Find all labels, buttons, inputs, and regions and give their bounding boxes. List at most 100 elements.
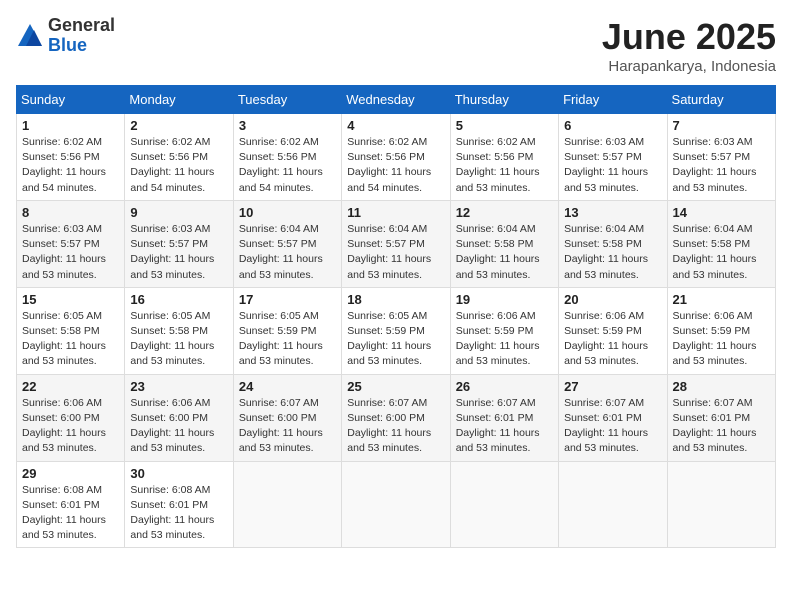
table-row: 5 Sunrise: 6:02 AM Sunset: 5:56 PM Dayli… (450, 114, 558, 201)
table-row: 19 Sunrise: 6:06 AM Sunset: 5:59 PM Dayl… (450, 287, 558, 374)
title-block: June 2025 Harapankarya, Indonesia (602, 16, 776, 75)
table-row (450, 461, 558, 548)
col-thursday: Thursday (450, 86, 558, 114)
table-row: 23 Sunrise: 6:06 AM Sunset: 6:00 PM Dayl… (125, 374, 233, 461)
table-row (667, 461, 775, 548)
table-row: 10 Sunrise: 6:04 AM Sunset: 5:57 PM Dayl… (233, 200, 341, 287)
day-number: 14 (673, 205, 770, 220)
table-row: 15 Sunrise: 6:05 AM Sunset: 5:58 PM Dayl… (17, 287, 125, 374)
calendar-week-row: 29 Sunrise: 6:08 AM Sunset: 6:01 PM Dayl… (17, 461, 776, 548)
day-number: 13 (564, 205, 661, 220)
day-info: Sunrise: 6:03 AM Sunset: 5:57 PM Dayligh… (130, 222, 227, 283)
table-row (233, 461, 341, 548)
col-tuesday: Tuesday (233, 86, 341, 114)
table-row: 4 Sunrise: 6:02 AM Sunset: 5:56 PM Dayli… (342, 114, 450, 201)
table-row: 9 Sunrise: 6:03 AM Sunset: 5:57 PM Dayli… (125, 200, 233, 287)
day-number: 30 (130, 466, 227, 481)
col-wednesday: Wednesday (342, 86, 450, 114)
table-row: 20 Sunrise: 6:06 AM Sunset: 5:59 PM Dayl… (559, 287, 667, 374)
day-number: 17 (239, 292, 336, 307)
table-row: 17 Sunrise: 6:05 AM Sunset: 5:59 PM Dayl… (233, 287, 341, 374)
col-friday: Friday (559, 86, 667, 114)
day-info: Sunrise: 6:06 AM Sunset: 6:00 PM Dayligh… (22, 396, 119, 457)
day-number: 11 (347, 205, 444, 220)
table-row: 11 Sunrise: 6:04 AM Sunset: 5:57 PM Dayl… (342, 200, 450, 287)
col-saturday: Saturday (667, 86, 775, 114)
table-row: 28 Sunrise: 6:07 AM Sunset: 6:01 PM Dayl… (667, 374, 775, 461)
table-row: 6 Sunrise: 6:03 AM Sunset: 5:57 PM Dayli… (559, 114, 667, 201)
calendar-header-row: Sunday Monday Tuesday Wednesday Thursday… (17, 86, 776, 114)
day-info: Sunrise: 6:06 AM Sunset: 6:00 PM Dayligh… (130, 396, 227, 457)
day-number: 1 (22, 118, 119, 133)
day-info: Sunrise: 6:05 AM Sunset: 5:58 PM Dayligh… (130, 309, 227, 370)
table-row: 25 Sunrise: 6:07 AM Sunset: 6:00 PM Dayl… (342, 374, 450, 461)
day-number: 22 (22, 379, 119, 394)
table-row: 3 Sunrise: 6:02 AM Sunset: 5:56 PM Dayli… (233, 114, 341, 201)
logo-text: General Blue (48, 16, 115, 56)
day-info: Sunrise: 6:03 AM Sunset: 5:57 PM Dayligh… (564, 135, 661, 196)
day-info: Sunrise: 6:04 AM Sunset: 5:58 PM Dayligh… (564, 222, 661, 283)
day-number: 25 (347, 379, 444, 394)
table-row: 8 Sunrise: 6:03 AM Sunset: 5:57 PM Dayli… (17, 200, 125, 287)
day-info: Sunrise: 6:03 AM Sunset: 5:57 PM Dayligh… (22, 222, 119, 283)
day-number: 24 (239, 379, 336, 394)
day-info: Sunrise: 6:07 AM Sunset: 6:01 PM Dayligh… (564, 396, 661, 457)
day-info: Sunrise: 6:05 AM Sunset: 5:58 PM Dayligh… (22, 309, 119, 370)
day-info: Sunrise: 6:02 AM Sunset: 5:56 PM Dayligh… (456, 135, 553, 196)
day-number: 6 (564, 118, 661, 133)
day-number: 23 (130, 379, 227, 394)
page-header: General Blue June 2025 Harapankarya, Ind… (16, 16, 776, 75)
calendar-week-row: 8 Sunrise: 6:03 AM Sunset: 5:57 PM Dayli… (17, 200, 776, 287)
day-info: Sunrise: 6:04 AM Sunset: 5:58 PM Dayligh… (673, 222, 770, 283)
day-number: 15 (22, 292, 119, 307)
day-info: Sunrise: 6:06 AM Sunset: 5:59 PM Dayligh… (673, 309, 770, 370)
table-row: 1 Sunrise: 6:02 AM Sunset: 5:56 PM Dayli… (17, 114, 125, 201)
table-row: 12 Sunrise: 6:04 AM Sunset: 5:58 PM Dayl… (450, 200, 558, 287)
day-number: 29 (22, 466, 119, 481)
calendar-week-row: 15 Sunrise: 6:05 AM Sunset: 5:58 PM Dayl… (17, 287, 776, 374)
logo: General Blue (16, 16, 115, 56)
location: Harapankarya, Indonesia (602, 58, 776, 75)
table-row: 29 Sunrise: 6:08 AM Sunset: 6:01 PM Dayl… (17, 461, 125, 548)
day-number: 9 (130, 205, 227, 220)
day-info: Sunrise: 6:02 AM Sunset: 5:56 PM Dayligh… (22, 135, 119, 196)
table-row: 13 Sunrise: 6:04 AM Sunset: 5:58 PM Dayl… (559, 200, 667, 287)
day-number: 16 (130, 292, 227, 307)
table-row (342, 461, 450, 548)
day-number: 2 (130, 118, 227, 133)
day-number: 21 (673, 292, 770, 307)
day-info: Sunrise: 6:06 AM Sunset: 5:59 PM Dayligh… (564, 309, 661, 370)
table-row: 24 Sunrise: 6:07 AM Sunset: 6:00 PM Dayl… (233, 374, 341, 461)
day-info: Sunrise: 6:02 AM Sunset: 5:56 PM Dayligh… (239, 135, 336, 196)
table-row: 27 Sunrise: 6:07 AM Sunset: 6:01 PM Dayl… (559, 374, 667, 461)
day-number: 27 (564, 379, 661, 394)
day-info: Sunrise: 6:05 AM Sunset: 5:59 PM Dayligh… (347, 309, 444, 370)
day-info: Sunrise: 6:04 AM Sunset: 5:57 PM Dayligh… (347, 222, 444, 283)
table-row: 21 Sunrise: 6:06 AM Sunset: 5:59 PM Dayl… (667, 287, 775, 374)
day-info: Sunrise: 6:08 AM Sunset: 6:01 PM Dayligh… (130, 483, 227, 544)
table-row: 22 Sunrise: 6:06 AM Sunset: 6:00 PM Dayl… (17, 374, 125, 461)
day-number: 28 (673, 379, 770, 394)
day-info: Sunrise: 6:07 AM Sunset: 6:00 PM Dayligh… (347, 396, 444, 457)
calendar-week-row: 1 Sunrise: 6:02 AM Sunset: 5:56 PM Dayli… (17, 114, 776, 201)
day-number: 12 (456, 205, 553, 220)
table-row: 7 Sunrise: 6:03 AM Sunset: 5:57 PM Dayli… (667, 114, 775, 201)
table-row: 2 Sunrise: 6:02 AM Sunset: 5:56 PM Dayli… (125, 114, 233, 201)
day-info: Sunrise: 6:06 AM Sunset: 5:59 PM Dayligh… (456, 309, 553, 370)
day-info: Sunrise: 6:02 AM Sunset: 5:56 PM Dayligh… (347, 135, 444, 196)
day-info: Sunrise: 6:07 AM Sunset: 6:01 PM Dayligh… (673, 396, 770, 457)
day-number: 3 (239, 118, 336, 133)
day-info: Sunrise: 6:05 AM Sunset: 5:59 PM Dayligh… (239, 309, 336, 370)
calendar-week-row: 22 Sunrise: 6:06 AM Sunset: 6:00 PM Dayl… (17, 374, 776, 461)
table-row (559, 461, 667, 548)
table-row: 26 Sunrise: 6:07 AM Sunset: 6:01 PM Dayl… (450, 374, 558, 461)
day-number: 26 (456, 379, 553, 394)
day-info: Sunrise: 6:03 AM Sunset: 5:57 PM Dayligh… (673, 135, 770, 196)
day-number: 10 (239, 205, 336, 220)
day-number: 5 (456, 118, 553, 133)
day-number: 4 (347, 118, 444, 133)
day-number: 18 (347, 292, 444, 307)
day-number: 7 (673, 118, 770, 133)
month-title: June 2025 (602, 16, 776, 58)
day-info: Sunrise: 6:02 AM Sunset: 5:56 PM Dayligh… (130, 135, 227, 196)
